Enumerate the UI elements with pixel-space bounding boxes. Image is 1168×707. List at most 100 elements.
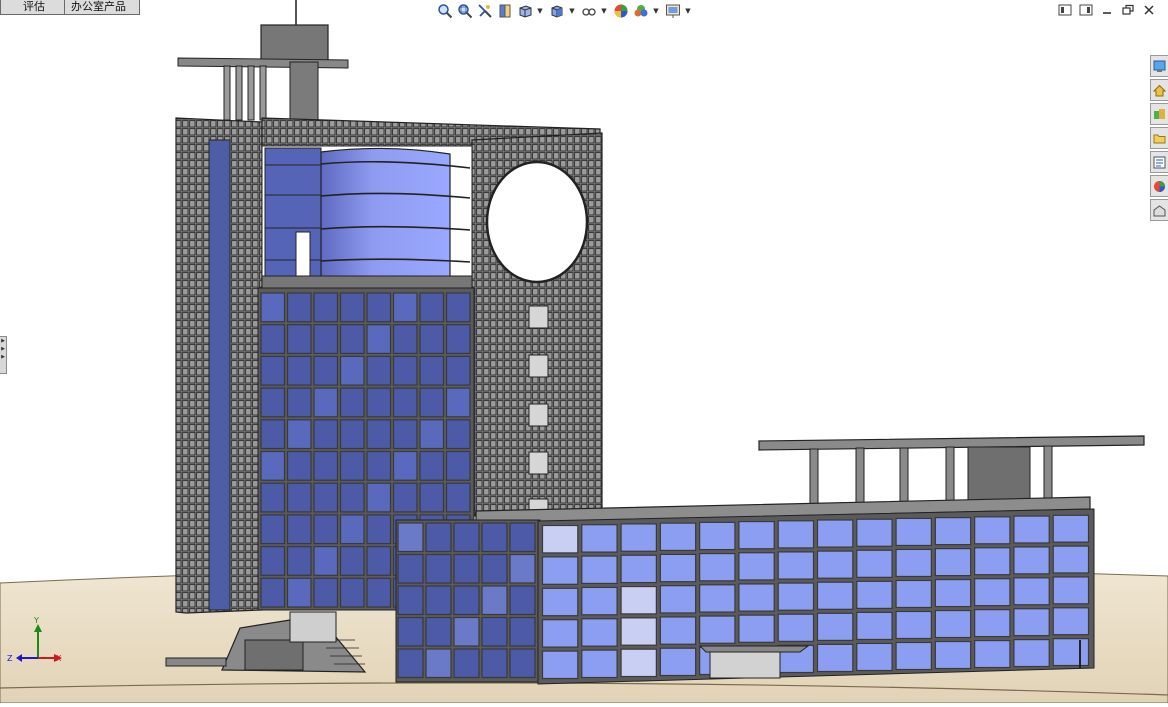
tab-icon [1153,204,1166,216]
glass-panel [620,585,657,615]
model-view[interactable] [0,0,1168,704]
glass-panel [738,552,775,581]
glass-panel [453,553,480,584]
glass-panel [397,616,424,647]
tile-horizontal-button[interactable] [1057,3,1073,17]
glass-panel [445,324,471,355]
glass-panel [581,618,618,647]
apply-scene-icon [634,5,648,17]
glass-panel [425,585,452,616]
glass-panel [339,387,365,418]
apply-scene-dropdown[interactable]: ▼ [652,2,660,20]
task-pane-design-library[interactable] [1150,79,1168,101]
tile-vertical-icon [1079,4,1093,16]
zoom-to-fit-button[interactable] [436,2,454,20]
glass-panel [856,580,893,609]
glass-panel [856,611,893,641]
glass-panel [581,524,618,553]
glass-panel [974,639,1011,669]
restore-button[interactable] [1120,3,1136,17]
glass-panel [286,482,312,513]
task-pane-view-palette[interactable] [1150,127,1168,149]
resources-icon [1153,60,1166,72]
glass-panel [339,355,365,386]
task-pane-resources[interactable] [1150,55,1168,77]
view-settings-dropdown[interactable]: ▼ [684,2,692,20]
edit-appearance-button[interactable] [612,2,630,20]
tile-vertical-button[interactable] [1078,3,1094,17]
glass-panel [286,545,312,576]
glass-panel [313,292,339,323]
display-style-dropdown[interactable]: ▼ [568,2,576,20]
glass-panel [392,292,418,323]
glass-panel [445,387,471,418]
task-pane-file-explorer[interactable] [1150,103,1168,125]
glass-panel [339,324,365,355]
task-pane-custom-properties[interactable] [1150,175,1168,197]
view-settings-icon [666,4,680,18]
glass-panel [1013,639,1050,668]
glass-panel [620,617,657,646]
document-window-controls [1052,3,1157,17]
glass-panel [453,585,480,616]
glass-panel [339,292,365,323]
glass-panel [425,522,452,553]
glass-panel [392,419,418,450]
glass-panel [659,647,697,677]
glass-panel [445,355,471,386]
task-pane-appearances[interactable] [1150,151,1168,173]
minimize-icon [1103,12,1111,14]
glass-panel [509,648,536,679]
glass-panel [286,324,312,355]
view-orientation-button[interactable] [516,2,534,20]
view-settings-button[interactable] [664,2,682,20]
glass-panel [974,547,1011,576]
glass-panel [1052,638,1090,667]
glass-panel [286,450,312,481]
glass-panel [339,577,365,608]
chevron-right-icon: ▶ [1,338,5,344]
glass-panel [339,545,365,576]
section-view-button[interactable] [496,2,514,20]
glass-panel [313,482,339,513]
glass-panel [419,324,445,355]
apply-scene-button[interactable] [632,2,650,20]
glass-panel [425,616,452,647]
glass-panel [392,387,418,418]
glass-panel [895,517,932,547]
glass-panel [313,387,339,418]
glass-panel [895,641,932,671]
glass-panel [895,579,932,609]
glass-panel [445,482,471,513]
glass-panel [392,450,418,481]
hide-show-items-dropdown[interactable]: ▼ [600,2,608,20]
glass-panel [777,582,815,611]
glass-panel [581,649,618,679]
glass-panel [366,324,392,355]
zoom-to-area-button[interactable] [456,2,474,20]
graphics-area[interactable]: Y X Z [0,0,1168,704]
glass-panel [366,292,392,323]
previous-view-icon [478,4,492,18]
glass-panel [286,355,312,386]
glass-panel [260,324,286,355]
glass-panel [816,612,854,641]
design-library-icon [1153,84,1166,96]
tile-horizontal-icon [1058,4,1072,16]
hide-show-items-button[interactable] [580,2,598,20]
task-pane-extra[interactable] [1150,199,1168,221]
feature-manager-flyout-handle[interactable]: ▶ ▶ ▶ [0,336,7,374]
glass-panel [260,450,286,481]
roof-block [260,24,329,63]
view-orientation-dropdown[interactable]: ▼ [536,2,544,20]
display-style-button[interactable] [548,2,566,20]
tower-blue-strip [208,139,231,611]
tab-evaluate[interactable]: 评估 [0,0,65,15]
glass-panel [392,355,418,386]
glass-panel [659,522,697,552]
glass-panel [445,292,471,323]
close-button[interactable] [1141,3,1157,17]
tab-office-products[interactable]: 办公室产品 [65,0,140,15]
previous-view-button[interactable] [476,2,494,20]
minimize-button[interactable] [1099,3,1115,17]
